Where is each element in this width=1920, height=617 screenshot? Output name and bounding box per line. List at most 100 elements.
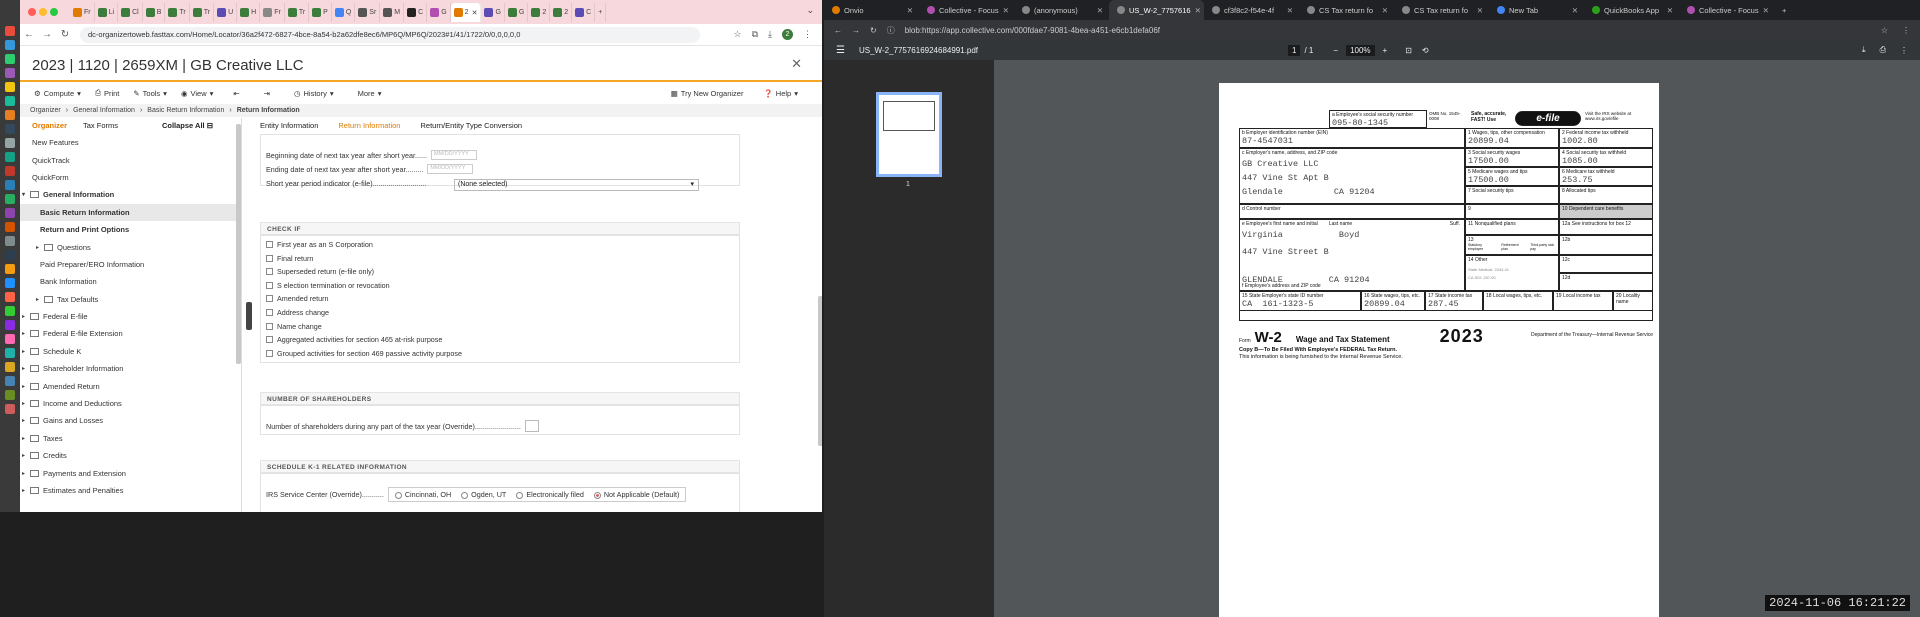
rotate-icon[interactable]: ⟲ xyxy=(1422,46,1429,55)
dock-app-icon[interactable] xyxy=(5,306,15,316)
left-tab[interactable]: B xyxy=(143,3,166,22)
sidebar-item[interactable]: ▸ Tax Defaults xyxy=(20,291,241,308)
left-tab[interactable]: 2 ✕ xyxy=(450,3,482,22)
tab-entity-type-conversion[interactable]: Return/Entity Type Conversion xyxy=(420,121,522,130)
back-icon[interactable]: ← xyxy=(20,29,38,40)
checkbox[interactable] xyxy=(266,336,273,344)
left-tab[interactable]: Tr xyxy=(165,3,190,22)
right-tab[interactable]: CS Tax return fo ✕ xyxy=(1394,0,1489,20)
close-tab-icon[interactable]: ✕ xyxy=(1572,6,1578,15)
right-tab[interactable]: US_W-2_7757616 ✕ xyxy=(1109,0,1204,20)
dock-app-icon[interactable] xyxy=(5,68,15,78)
irs-center-radio[interactable]: Cincinnati, OH xyxy=(394,490,451,499)
left-tab[interactable]: Tr xyxy=(285,3,310,22)
menu-tools[interactable]: ✎ Tools ▾ xyxy=(133,89,167,98)
sidebar-item[interactable]: ▸ Gains and Losses xyxy=(20,412,241,429)
left-tab[interactable]: Fr xyxy=(260,3,285,22)
sidebar-item[interactable]: ▸ Amended Return xyxy=(20,377,241,394)
close-tab-icon[interactable]: ✕ xyxy=(1287,6,1293,15)
dock-app-icon[interactable] xyxy=(5,54,15,64)
chevron-right-icon[interactable]: ▸ xyxy=(22,365,30,372)
chevron-right-icon[interactable]: ▸ xyxy=(36,244,44,251)
close-tab-icon[interactable]: ✕ xyxy=(1382,6,1388,15)
irs-center-radio[interactable]: Not Applicable (Default) xyxy=(593,490,679,499)
sidebar-item[interactable]: ▸ Shareholder Information xyxy=(20,360,241,377)
menu-compute[interactable]: ⚙ Compute ▾ xyxy=(34,89,81,98)
bookmark-star-icon[interactable]: ☆ xyxy=(1881,26,1888,35)
right-tab[interactable]: Onvio ✕ xyxy=(824,0,919,20)
prev-arrow-button[interactable]: ⇤ xyxy=(233,89,239,98)
left-tab[interactable]: 2 xyxy=(550,3,573,22)
left-tab[interactable]: Sr xyxy=(355,3,381,22)
radio-button[interactable] xyxy=(516,491,524,499)
dock-app-icon[interactable] xyxy=(5,166,15,176)
chevron-right-icon[interactable]: ▸ xyxy=(36,296,44,303)
menu-view[interactable]: ◉ View ▾ xyxy=(181,89,213,98)
checkbox[interactable] xyxy=(266,268,273,276)
chevron-right-icon[interactable]: ▸ xyxy=(22,400,30,407)
irs-center-radio[interactable]: Ogden, UT xyxy=(461,490,506,499)
bookmark-star-icon[interactable]: ☆ xyxy=(734,29,742,40)
chevron-right-icon[interactable]: ▸ xyxy=(22,348,30,355)
right-tab[interactable]: New Tab ✕ xyxy=(1489,0,1584,20)
close-tab-icon[interactable]: ✕ xyxy=(1097,6,1103,15)
chevron-right-icon[interactable]: ▸ xyxy=(22,470,30,477)
close-tab-icon[interactable]: ✕ xyxy=(1195,6,1201,15)
sidebar-item[interactable]: ▸ Questions xyxy=(20,238,241,255)
chevron-right-icon[interactable]: ▸ xyxy=(22,383,30,390)
chevron-right-icon[interactable]: ▸ xyxy=(22,417,30,424)
download-icon[interactable]: ⤓ xyxy=(768,29,772,40)
menu-history[interactable]: ◷ History ▾ xyxy=(294,89,334,98)
next-arrow-button[interactable]: ⇥ xyxy=(264,89,270,98)
checkbox[interactable] xyxy=(266,309,273,316)
close-tab-icon[interactable]: ✕ xyxy=(1667,6,1673,15)
minimize-window-button[interactable] xyxy=(39,8,47,16)
checkbox[interactable] xyxy=(266,322,273,330)
sidebar-item[interactable]: Paid Preparer/ERO Information xyxy=(20,256,241,273)
left-tab[interactable]: C xyxy=(572,3,596,22)
left-tab[interactable]: M xyxy=(380,3,405,22)
main-scrollbar[interactable] xyxy=(818,296,822,446)
maximize-window-button[interactable] xyxy=(50,8,58,16)
sidebar-item[interactable]: ▸ Schedule K xyxy=(20,343,241,360)
tab-return-information[interactable]: Return Information xyxy=(338,121,400,130)
left-tab[interactable]: Fr xyxy=(70,3,95,22)
right-tab[interactable]: Collective - Focus ✕ xyxy=(919,0,1014,20)
checkbox[interactable] xyxy=(266,281,273,289)
url-input[interactable]: dc-organizertoweb.fasttax.com/Home/Locat… xyxy=(80,26,700,43)
dock-app-icon[interactable] xyxy=(5,362,15,372)
sidebar-item[interactable]: Return and Print Options xyxy=(20,221,241,238)
dock-app-icon[interactable] xyxy=(5,208,15,218)
radio-button[interactable] xyxy=(394,491,402,499)
close-tab-icon[interactable]: ✕ xyxy=(907,6,913,15)
left-tab[interactable]: H xyxy=(237,3,261,22)
dock-app-icon[interactable] xyxy=(5,376,15,386)
tab-entity-information[interactable]: Entity Information xyxy=(260,121,318,130)
fit-page-icon[interactable]: ⊡ xyxy=(1405,46,1412,55)
left-tab[interactable]: 2 xyxy=(528,3,551,22)
left-tab[interactable]: G xyxy=(427,3,451,22)
zoom-out-icon[interactable]: − xyxy=(1333,46,1338,55)
sidebar-item[interactable]: ▸ Taxes xyxy=(20,430,241,447)
zoom-input[interactable]: 100% xyxy=(1346,44,1375,56)
dock-app-icon[interactable] xyxy=(5,278,15,288)
short-year-select[interactable]: (None selected) ▾ xyxy=(454,179,699,191)
sidebar-item[interactable]: QuickForm xyxy=(20,169,241,186)
sidebar-item[interactable]: New Features xyxy=(20,134,241,151)
reload-icon[interactable]: ↻ xyxy=(56,29,74,40)
dock-app-icon[interactable] xyxy=(5,152,15,162)
end-date-input[interactable]: MM/DD/YYYY xyxy=(427,164,474,174)
new-tab-button[interactable]: + xyxy=(1774,0,1794,20)
chevron-right-icon[interactable]: ▸ xyxy=(22,487,30,494)
checkbox-row[interactable]: Address change xyxy=(266,308,329,317)
dock-app-icon[interactable] xyxy=(5,26,15,36)
checkbox-row[interactable]: First year as an S Corporation xyxy=(266,240,373,249)
radio-button[interactable] xyxy=(593,491,601,499)
left-tab[interactable]: P xyxy=(309,3,332,22)
dock-app-icon[interactable] xyxy=(5,138,15,148)
zoom-in-icon[interactable]: + xyxy=(1383,46,1388,55)
chevron-down-icon[interactable]: ▾ xyxy=(22,191,30,198)
checkbox[interactable] xyxy=(266,241,273,248)
dock-app-icon[interactable] xyxy=(5,348,15,358)
tab-search-icon[interactable]: ⌄ xyxy=(806,5,814,16)
